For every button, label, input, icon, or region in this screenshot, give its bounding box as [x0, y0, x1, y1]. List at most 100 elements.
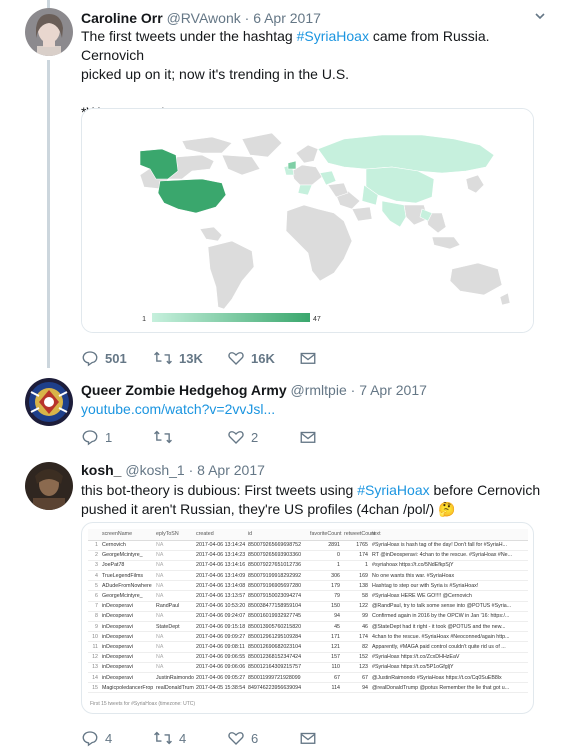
table-cell: 171 [308, 631, 342, 643]
hashtag-link[interactable]: #SyriaHoax [297, 28, 369, 44]
tweet-caroline-orr[interactable]: Caroline Orr @RVAwonk · 6 Apr 2017 The f… [0, 0, 566, 372]
tweet-date[interactable]: 6 Apr 2017 [253, 10, 321, 26]
retweet-button[interactable] [153, 428, 179, 446]
table-cell: inDeosperavi [100, 631, 154, 643]
table-cell: #syriahoax https://t.co/5NdEfkpSjY [370, 560, 528, 572]
author-handle[interactable]: @kosh_1 [125, 462, 184, 478]
table-cell: 7 [88, 601, 100, 612]
table-header-cell [88, 529, 100, 541]
table-cell: 850038477158959104 [246, 601, 308, 612]
map-image-card[interactable]: 1 47 [81, 108, 534, 333]
table-cell: 94 [342, 682, 370, 694]
table-cell: 94 [308, 611, 342, 623]
table-cell: GeorgeMcintyre_ [100, 590, 154, 602]
tweet-text-part: The first tweets under the hashtag [81, 28, 297, 44]
like-button[interactable]: 2 [227, 428, 258, 446]
message-button[interactable] [299, 729, 317, 747]
author-handle[interactable]: @RVAwonk [167, 10, 241, 26]
separator-dot: · [244, 10, 250, 26]
tweet-date[interactable]: 8 Apr 2017 [197, 462, 265, 478]
table-cell: No one wants this war. #SyriaHoax [370, 570, 528, 582]
table-header-cell: eplyToSN [154, 529, 194, 541]
hashtag-link[interactable]: #SyriaHoax [357, 482, 429, 498]
heart-icon [228, 732, 244, 745]
author-name[interactable]: Queer Zombie Hedgehog Army [81, 382, 287, 398]
reply-icon [82, 430, 98, 446]
like-count: 6 [251, 730, 259, 746]
table-cell: 2017-04-06 13:14:16 [194, 560, 246, 572]
avatar[interactable] [25, 462, 73, 510]
table-cell: 82 [342, 641, 370, 653]
table-cell: inDeosperavi [100, 601, 154, 612]
retweet-button[interactable]: 4 [153, 729, 186, 747]
table-header-cell: created [194, 529, 246, 541]
chevron-down-icon[interactable] [534, 10, 546, 25]
tweet-text-part: before Cernovich [429, 482, 541, 498]
table-cell: 2017-04-06 09:06:06 [194, 662, 246, 673]
table-cell: 2017-04-06 09:15:18 [194, 621, 246, 633]
table-cell: 2017-04-06 13:14:09 [194, 570, 246, 582]
table-cell: 169 [342, 570, 370, 582]
like-count: 16K [251, 350, 275, 366]
author-handle[interactable]: @rmltpie [291, 382, 347, 398]
table-cell: 46 [342, 621, 370, 633]
table-cell: @realDonaldTrump @potus Remember the lie… [370, 682, 528, 694]
reply-count: 4 [105, 730, 113, 746]
message-button[interactable] [299, 349, 317, 367]
table-header-cell: favoriteCount [308, 529, 342, 541]
table-row: 6 GeorgeMcintyre_ NA 2017-04-06 13:13:57 850… [88, 590, 528, 602]
table-cell: 67 [308, 672, 342, 684]
table-cell: 850079265693903360 [246, 550, 308, 561]
table-cell: 2017-04-06 13:14:23 [194, 550, 246, 561]
heart-icon [228, 431, 244, 444]
table-cell: 2017-04-06 13:13:57 [194, 590, 246, 602]
table-cell: #SyriaHoax https://t.co/5P1oGfgljY [370, 662, 528, 673]
avatar[interactable] [25, 8, 73, 56]
tweet-queer-zombie[interactable]: Queer Zombie Hedgehog Army @rmltpie · 7 … [0, 372, 566, 450]
table-row: 12 inDeosperavi NA 2017-04-06 09:06:55 85001… [88, 652, 528, 663]
tweet-date[interactable]: 7 Apr 2017 [359, 382, 427, 398]
like-button[interactable]: 16K [227, 349, 275, 367]
reply-button[interactable]: 1 [81, 428, 112, 446]
avatar[interactable] [25, 378, 73, 426]
table-cell: 2017-04-06 10:53:20 [194, 601, 246, 612]
table-cell: 850011999721928099 [246, 672, 308, 684]
table-cell: 2017-04-06 09:06:55 [194, 652, 246, 663]
table-footer: First 15 tweets for #SyriaHoax (timezone… [90, 701, 196, 707]
author-name[interactable]: Caroline Orr [81, 10, 163, 26]
table-row: 7 inDeosperavi RandPaul 2017-04-06 10:53:20… [88, 601, 528, 612]
retweet-count: 4 [179, 730, 187, 746]
table-cell: 850016019932927745 [246, 611, 308, 623]
reply-button[interactable]: 501 [81, 349, 127, 367]
table-cell: 174 [342, 631, 370, 643]
like-button[interactable]: 6 [227, 729, 258, 747]
table-cell: 1 [308, 560, 342, 572]
table-cell: 9 [88, 621, 100, 633]
world-map: 1 47 [82, 109, 533, 332]
tweet-text-line: picked up on it; now it's trending in th… [81, 66, 350, 82]
reply-count: 1 [105, 429, 113, 445]
table-row: 14 inDeosperavi JustinRaimondo 2017-04-06 0… [88, 672, 528, 684]
reply-button[interactable]: 4 [81, 729, 112, 747]
tweet-text-part: this bot-theory is dubious: First tweets… [81, 482, 358, 498]
table-header-cell: id [246, 529, 308, 541]
retweet-icon [154, 731, 172, 745]
table-cell: inDeosperavi [100, 641, 154, 653]
table-cell: Apparently, #MAGA paid control couldn't … [370, 641, 528, 653]
table-cell: NA [154, 631, 194, 643]
author-name[interactable]: kosh_ [81, 462, 121, 478]
envelope-icon [300, 431, 316, 443]
youtube-link[interactable]: youtube.com/watch?v=2vvJsl... [81, 401, 275, 417]
table-cell: RT @inDeosperavi: 4chan to the rescue. #… [370, 550, 528, 561]
data-table-image-card[interactable]: screenName eplyToSN created id favoriteCount… [81, 522, 534, 714]
table-cell: NA [154, 560, 194, 572]
table-cell: 122 [342, 601, 370, 612]
table-cell: StateDept [154, 621, 194, 633]
table-cell: NA [154, 652, 194, 663]
message-button[interactable] [299, 428, 317, 446]
retweet-icon [154, 430, 172, 444]
envelope-icon [300, 352, 316, 364]
retweet-button[interactable]: 13K [153, 349, 203, 367]
table-cell: 2 [88, 550, 100, 561]
table-cell: 67 [342, 672, 370, 684]
